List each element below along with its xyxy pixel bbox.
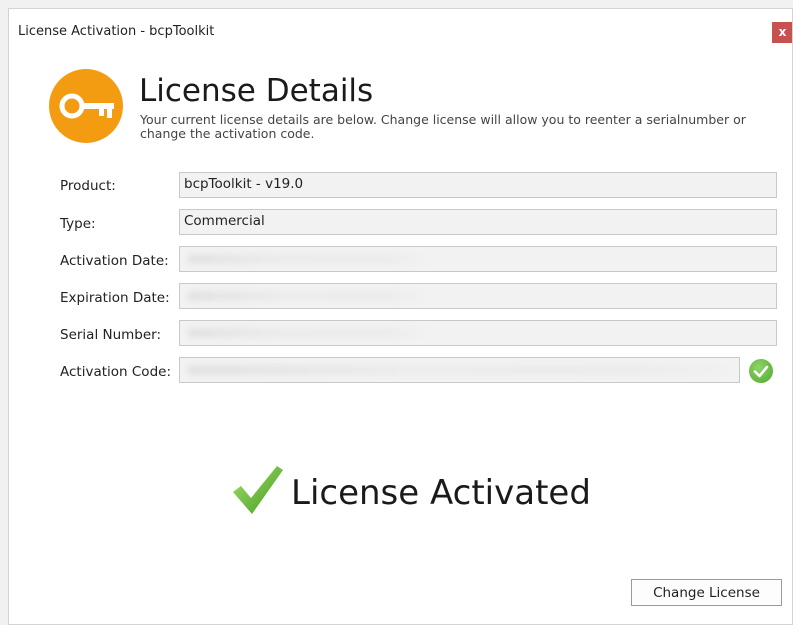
title-bar: License Activation - bcpToolkit x — [9, 9, 792, 55]
serial-number-label: Serial Number: — [60, 327, 162, 343]
product-label: Product: — [60, 178, 116, 194]
redacted-value — [188, 291, 428, 301]
page-description: Your current license details are below. … — [140, 112, 746, 141]
type-label: Type: — [60, 216, 96, 232]
key-icon — [49, 69, 123, 143]
product-field[interactable]: bcpToolkit - v19.0 — [179, 172, 777, 198]
change-license-button[interactable]: Change License — [631, 579, 782, 606]
checkmark-icon — [233, 466, 283, 514]
activation-code-field[interactable] — [179, 357, 740, 383]
serial-number-field[interactable] — [179, 320, 777, 346]
redacted-value — [188, 328, 428, 338]
expiration-date-label: Expiration Date: — [60, 290, 170, 306]
redacted-value — [188, 254, 428, 264]
license-status-text: License Activated — [291, 473, 591, 513]
expiration-date-field[interactable] — [179, 283, 777, 309]
activation-code-label: Activation Code: — [60, 364, 171, 380]
activation-date-label: Activation Date: — [60, 253, 169, 269]
redacted-value — [188, 365, 733, 375]
page-title: License Details — [139, 73, 374, 109]
close-button[interactable]: x — [772, 22, 792, 43]
type-field[interactable]: Commercial — [179, 209, 777, 235]
license-activation-window: License Activation - bcpToolkit x Licens… — [8, 8, 793, 625]
activation-date-field[interactable] — [179, 246, 777, 272]
check-circle-icon — [749, 359, 773, 383]
window-title: License Activation - bcpToolkit — [18, 24, 215, 39]
